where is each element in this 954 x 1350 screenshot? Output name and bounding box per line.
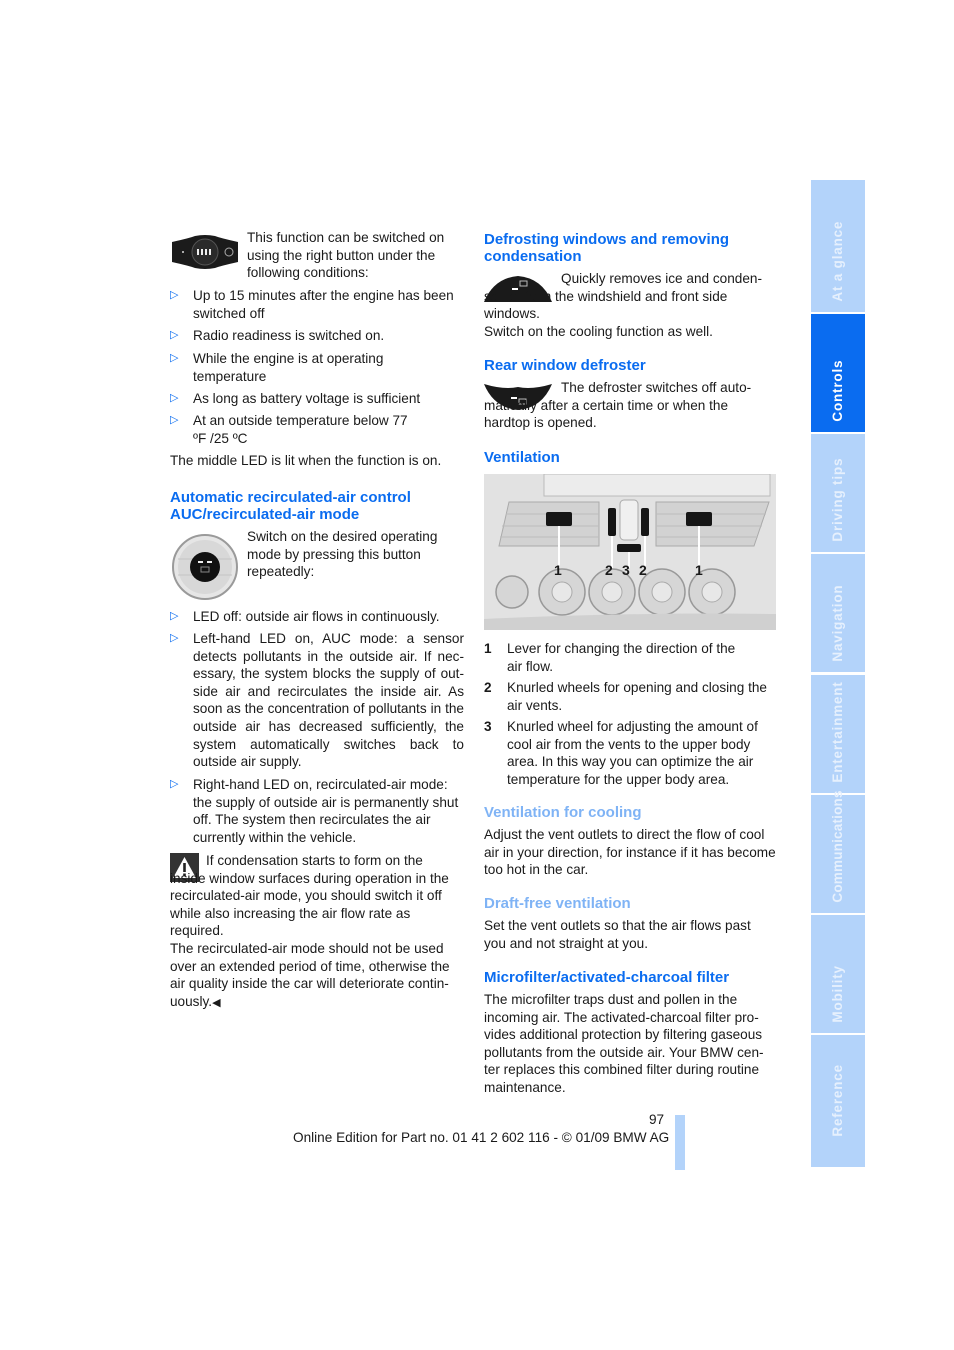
tab-mobility[interactable]: Mobility bbox=[811, 915, 865, 1033]
legend-item: 1 Lever for changing the direction of the… bbox=[484, 641, 736, 674]
ventilation-heading: Ventilation bbox=[484, 449, 560, 466]
figure-label: 1 bbox=[554, 562, 562, 578]
condition-item: ▷ While the engine is at operating temper… bbox=[170, 351, 384, 384]
intro-text: This function can be switched on using t… bbox=[247, 230, 445, 281]
button-image-residual-heat bbox=[170, 234, 240, 270]
tab-entertainment[interactable]: Entertainment bbox=[811, 675, 865, 793]
tab-driving-tips[interactable]: Driving tips bbox=[811, 434, 865, 552]
auc-button-image bbox=[170, 533, 240, 601]
auc-mode-item: ▷ Right-hand LED on, recirculated-air mod… bbox=[170, 777, 459, 845]
defrost-text-2: Switch on the cooling function as well. bbox=[484, 324, 713, 339]
ventilation-figure: MV06004 1 2 3 2 1 bbox=[484, 473, 888, 630]
page-marker-bar bbox=[675, 1115, 685, 1170]
tab-controls[interactable]: Controls bbox=[811, 314, 865, 432]
draft-free-heading: Draft-free ventilation bbox=[484, 895, 631, 912]
filter-text: The microfilter traps dust and pollen in… bbox=[484, 992, 764, 1095]
condition-item: ▷ At an outside temperature below 77 ºF /… bbox=[170, 413, 408, 446]
tab-reference[interactable]: Reference bbox=[811, 1035, 865, 1167]
figure-label: 1 bbox=[695, 562, 703, 578]
led-note: The middle LED is lit when the function … bbox=[170, 453, 442, 468]
filter-heading: Microfilter/activated-charcoal filter bbox=[484, 969, 730, 986]
tab-navigation[interactable]: Navigation bbox=[811, 554, 865, 672]
draft-free-text: Set the vent outlets so that the air flo… bbox=[484, 918, 751, 951]
edition-text: Online Edition for Part no. 01 41 2 602 … bbox=[293, 1130, 670, 1145]
auc-heading: Automatic recirculated-air control AUC/r… bbox=[170, 489, 411, 523]
tab-at-a-glance[interactable]: At a glance bbox=[811, 180, 865, 312]
figure-label: 2 bbox=[605, 562, 613, 578]
defrost-heading: Defrosting windows and removing condensa… bbox=[484, 231, 730, 265]
legend-item: 3 Knurled wheel for adjusting the amount … bbox=[484, 719, 758, 787]
condition-item: ▷ Radio readiness is switched on. bbox=[170, 328, 385, 343]
end-mark-icon: ◀ bbox=[212, 996, 221, 1009]
rear-defroster-heading: Rear window defroster bbox=[484, 357, 646, 374]
auc-intro: Switch on the desired operating mode by … bbox=[247, 529, 438, 580]
condition-item: ▷ Up to 15 minutes after the engine has b… bbox=[170, 288, 454, 321]
defrost-text: Quickly removes ice and conden-sation fr… bbox=[484, 271, 762, 322]
tab-communications[interactable]: Communications bbox=[811, 791, 865, 913]
rear-defroster-text: The defroster switches off auto-maticall… bbox=[484, 380, 752, 431]
cooling-heading: Ventilation for cooling bbox=[484, 804, 642, 821]
cooling-text: Adjust the vent outlets to direct the fl… bbox=[484, 827, 776, 878]
warning-text: If condensation starts to form on the in… bbox=[170, 853, 449, 939]
figure-label: 3 bbox=[622, 562, 630, 578]
auc-mode-item: ▷ Left-hand LED on, AUC mode: a sensor de… bbox=[170, 631, 464, 770]
auc-mode-item: ▷ LED off: outside air flows in continuou… bbox=[170, 609, 440, 624]
condition-item: ▷ As long as battery voltage is sufficien… bbox=[170, 391, 421, 406]
warning-text-2: The recirculated-air mode should not be … bbox=[170, 941, 450, 1009]
legend-item: 2 Knurled wheels for opening and closing … bbox=[484, 680, 767, 713]
figure-label: 2 bbox=[639, 562, 647, 578]
page-number: 97 bbox=[649, 1112, 665, 1127]
